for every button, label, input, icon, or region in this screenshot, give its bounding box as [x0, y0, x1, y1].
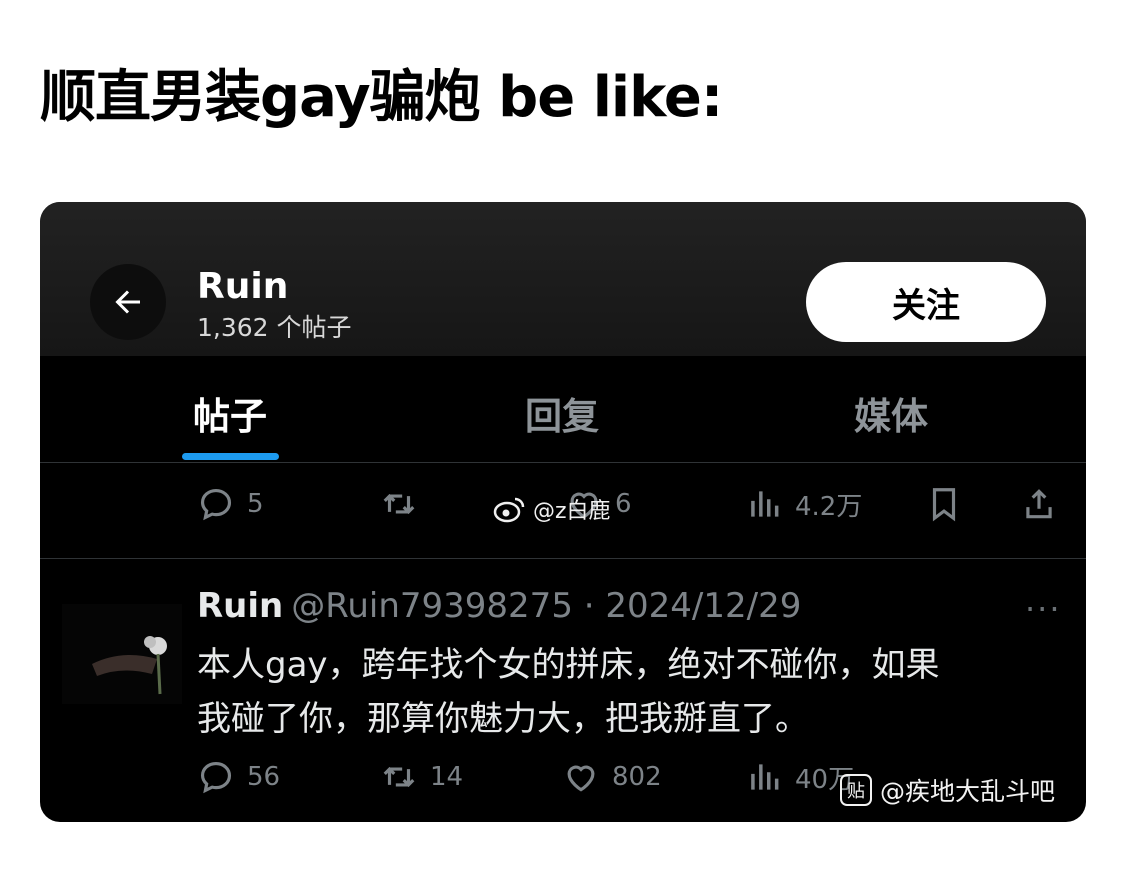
reply-icon	[200, 488, 232, 521]
view-count: 4.2万	[795, 491, 863, 522]
share-action[interactable]	[1020, 485, 1058, 523]
bookmark-action[interactable]	[925, 485, 963, 523]
tweet-text-line-1: 本人gay，跨年找个女的拼床，绝对不碰你，如果	[197, 645, 940, 685]
share-icon	[1026, 489, 1052, 519]
views-action[interactable]: 4.2万	[745, 485, 862, 523]
arrow-left-icon	[115, 290, 140, 314]
reply-action[interactable]: 56	[197, 758, 280, 796]
tieba-watermark: 贴 @疾地大乱斗吧	[840, 772, 1055, 808]
tab-posts[interactable]: 帖子	[193, 386, 267, 440]
like-count: 802	[612, 762, 662, 792]
views-action[interactable]: 40万	[745, 758, 854, 796]
retweet-count: 14	[430, 762, 464, 792]
weibo-watermark-text: @z白鹿	[533, 499, 611, 524]
retweet-action[interactable]	[380, 485, 418, 523]
screenshot-panel: Ruin 1,362 个帖子 关注 帖子 回复 媒体 5 6 4.2万 @z白鹿…	[40, 202, 1086, 822]
reply-icon	[200, 761, 232, 794]
back-button[interactable]	[90, 264, 166, 340]
follow-button[interactable]: 关注	[806, 262, 1046, 342]
tieba-icon: 贴	[840, 774, 872, 806]
retweet-icon	[383, 766, 415, 788]
profile-name: Ruin	[197, 266, 289, 307]
views-icon	[751, 491, 779, 517]
meme-caption: 顺直男装gay骗炮 be like:	[40, 65, 723, 130]
avatar[interactable]	[62, 604, 182, 704]
profile-header: Ruin 1,362 个帖子 关注	[40, 202, 1086, 356]
tweet-handle-date: @Ruin79398275 · 2024/12/29	[291, 586, 802, 626]
like-count: 6	[615, 489, 632, 519]
profile-tabs: 帖子 回复 媒体	[40, 356, 1086, 462]
views-icon	[751, 764, 779, 790]
tab-media[interactable]: 媒体	[854, 386, 928, 440]
more-options-icon[interactable]: ···	[1025, 590, 1062, 628]
retweet-action[interactable]: 14	[380, 758, 463, 796]
tab-replies[interactable]: 回复	[525, 386, 599, 440]
weibo-watermark: @z白鹿	[493, 493, 611, 525]
tweet-author-name[interactable]: Ruin	[197, 586, 283, 626]
bookmark-icon	[932, 488, 956, 522]
post-count: 1,362 个帖子	[197, 313, 352, 342]
reply-count: 5	[247, 489, 264, 519]
weibo-icon	[493, 497, 525, 523]
retweet-icon	[383, 493, 415, 515]
tweet-author: Ruin @Ruin79398275 · 2024/12/29	[197, 586, 801, 626]
reply-count: 56	[247, 762, 281, 792]
tabs-divider	[40, 462, 1086, 463]
tieba-watermark-text: @疾地大乱斗吧	[880, 777, 1056, 806]
tweet-text-line-2: 我碰了你，那算你魅力大，把我掰直了。	[197, 699, 809, 739]
tweet-divider	[40, 558, 1086, 559]
tweet-text: 本人gay，跨年找个女的拼床，绝对不碰你，如果 我碰了你，那算你魅力大，把我掰直…	[197, 638, 1057, 746]
like-action[interactable]: 802	[562, 758, 662, 796]
active-tab-indicator	[182, 453, 279, 460]
avatar-image	[92, 636, 167, 695]
reply-action[interactable]: 5	[197, 485, 264, 523]
heart-icon	[567, 765, 595, 792]
